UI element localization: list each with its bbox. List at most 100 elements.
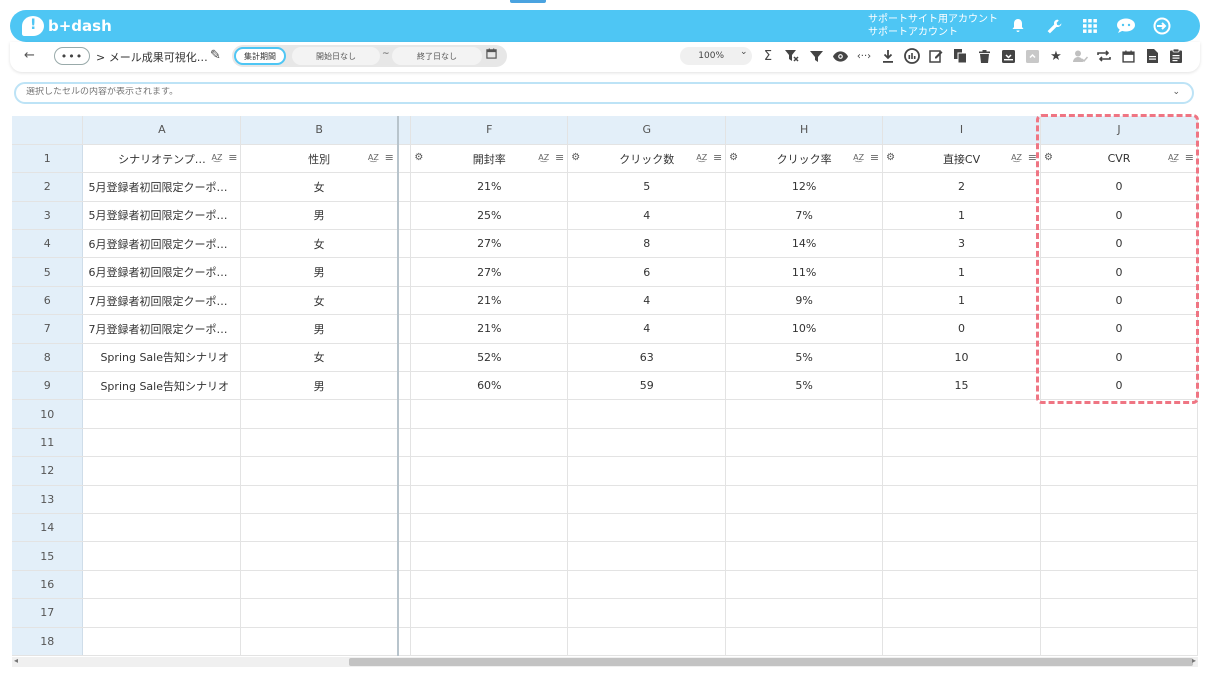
row-number[interactable]: 16 xyxy=(12,570,84,600)
cell-click-rate[interactable]: 11% xyxy=(725,257,884,287)
cell-click-rate[interactable] xyxy=(725,428,884,458)
filter-clear-icon[interactable] xyxy=(783,46,801,66)
cell-open-rate[interactable] xyxy=(410,598,569,628)
period-label-button[interactable]: 集計期間 xyxy=(234,47,286,65)
filter-icon[interactable]: ≡ xyxy=(228,151,237,164)
row-number[interactable]: 7 xyxy=(12,314,84,344)
cell-click-rate[interactable] xyxy=(725,399,884,429)
horizontal-scrollbar[interactable]: ◂ ▸ xyxy=(12,656,1198,667)
cell-scenario[interactable] xyxy=(82,627,242,656)
calendar-icon[interactable] xyxy=(1119,46,1137,66)
cell-click-rate[interactable] xyxy=(725,485,884,514)
back-arrow-icon[interactable]: ← xyxy=(24,48,35,63)
cell-direct-cv[interactable] xyxy=(882,570,1042,600)
cell-clicks[interactable] xyxy=(567,399,727,429)
cell-clicks[interactable]: 4 xyxy=(567,286,727,316)
scroll-left-icon[interactable]: ◂ xyxy=(14,656,18,665)
cell-cvr[interactable] xyxy=(1040,598,1198,628)
field-header-click-rate[interactable]: ⚙ クリック率 A͜Z ≡ xyxy=(725,144,884,174)
cell-gender[interactable] xyxy=(240,485,399,514)
cell-click-rate[interactable] xyxy=(725,456,884,486)
row-number[interactable]: 4 xyxy=(12,229,84,259)
cell-click-rate[interactable]: 5% xyxy=(725,343,884,373)
chevron-down-icon[interactable]: ⌄ xyxy=(1172,87,1180,97)
gear-icon[interactable]: ⚙ xyxy=(729,152,738,163)
cell-cvr[interactable] xyxy=(1040,399,1198,429)
cell-gender[interactable] xyxy=(240,598,399,628)
row-number[interactable]: 2 xyxy=(12,172,84,202)
cell-scenario[interactable]: 6月登録者初回限定クーポ… xyxy=(82,257,242,287)
cell-content-bar[interactable]: ⌄ xyxy=(14,82,1194,104)
row-number[interactable]: 14 xyxy=(12,513,84,543)
chevron-down-icon[interactable]: ⌄ xyxy=(740,47,748,57)
cell-clicks[interactable]: 63 xyxy=(567,343,727,373)
more-button[interactable]: ••• xyxy=(54,47,90,65)
cell-clicks[interactable] xyxy=(567,541,727,571)
cell-direct-cv[interactable] xyxy=(882,627,1042,656)
row-number[interactable]: 17 xyxy=(12,598,84,628)
row-number[interactable]: 18 xyxy=(12,627,84,656)
cell-gender[interactable]: 男 xyxy=(240,371,399,401)
cell-click-rate[interactable] xyxy=(725,541,884,571)
cell-open-rate[interactable]: 60% xyxy=(410,371,569,401)
cell-cvr[interactable]: 0 xyxy=(1040,172,1198,202)
cell-clicks[interactable] xyxy=(567,598,727,628)
gear-icon[interactable]: ⚙ xyxy=(1044,152,1053,163)
cell-direct-cv[interactable] xyxy=(882,541,1042,571)
filter-icon[interactable]: ≡ xyxy=(1185,151,1194,164)
column-header-i[interactable]: I xyxy=(882,116,1042,145)
row-number[interactable]: 5 xyxy=(12,257,84,287)
cell-open-rate[interactable]: 52% xyxy=(410,343,569,373)
field-header-clicks[interactable]: ⚙ クリック数 A͜Z ≡ xyxy=(567,144,727,174)
cell-clicks[interactable]: 5 xyxy=(567,172,727,202)
filter-icon[interactable]: ≡ xyxy=(555,151,564,164)
cell-scenario[interactable] xyxy=(82,598,242,628)
repeat-icon[interactable] xyxy=(1095,46,1113,66)
cell-cvr[interactable] xyxy=(1040,456,1198,486)
sum-icon[interactable]: Σ xyxy=(759,46,777,66)
cell-gender[interactable] xyxy=(240,428,399,458)
field-header-gender[interactable]: 性別 A͜Z ≡ xyxy=(240,144,399,174)
cell-cvr[interactable]: 0 xyxy=(1040,314,1198,344)
cell-open-rate[interactable]: 27% xyxy=(410,229,569,259)
column-header-b[interactable]: B xyxy=(240,116,399,145)
scroll-right-icon[interactable]: ▸ xyxy=(1192,656,1196,665)
row-number[interactable]: 9 xyxy=(12,371,84,401)
cell-clicks[interactable] xyxy=(567,456,727,486)
cell-direct-cv[interactable]: 0 xyxy=(882,314,1042,344)
column-header-a[interactable]: A xyxy=(82,116,242,145)
cell-cvr[interactable]: 0 xyxy=(1040,371,1198,401)
cell-direct-cv[interactable] xyxy=(882,456,1042,486)
filter-icon[interactable]: ≡ xyxy=(385,151,394,164)
cell-scenario[interactable] xyxy=(82,570,242,600)
bell-icon[interactable] xyxy=(1008,16,1028,36)
cell-gender[interactable]: 男 xyxy=(240,314,399,344)
cell-open-rate[interactable] xyxy=(410,627,569,656)
filter-icon[interactable] xyxy=(807,46,825,66)
filter-icon[interactable]: ≡ xyxy=(713,151,722,164)
cell-open-rate[interactable]: 21% xyxy=(410,314,569,344)
archive-icon[interactable] xyxy=(999,46,1017,66)
cell-gender[interactable] xyxy=(240,399,399,429)
cell-cvr[interactable] xyxy=(1040,570,1198,600)
calendar-icon[interactable] xyxy=(486,48,497,62)
cell-clicks[interactable]: 4 xyxy=(567,201,727,231)
cell-open-rate[interactable]: 25% xyxy=(410,201,569,231)
cell-click-rate[interactable]: 10% xyxy=(725,314,884,344)
cell-cvr[interactable] xyxy=(1040,513,1198,543)
chat-icon[interactable] xyxy=(1116,16,1136,36)
gear-icon[interactable]: ⚙ xyxy=(886,152,895,163)
chart-icon[interactable] xyxy=(903,46,921,66)
column-header-j[interactable]: J xyxy=(1040,116,1198,145)
cell-clicks[interactable] xyxy=(567,428,727,458)
copy-icon[interactable] xyxy=(951,46,969,66)
sort-icon[interactable]: A͜Z xyxy=(1168,153,1179,162)
breadcrumb[interactable]: > メール成果可視化… xyxy=(96,49,208,65)
sort-icon[interactable]: A͜Z xyxy=(1011,153,1022,162)
row-number[interactable]: 3 xyxy=(12,201,84,231)
sort-icon[interactable]: A͜Z xyxy=(853,153,864,162)
start-date-field[interactable]: 開始日なし xyxy=(292,47,380,65)
clipboard-icon[interactable] xyxy=(1167,46,1185,66)
field-header-direct-cv[interactable]: ⚙ 直接CV A͜Z ≡ xyxy=(882,144,1042,174)
cell-open-rate[interactable] xyxy=(410,456,569,486)
